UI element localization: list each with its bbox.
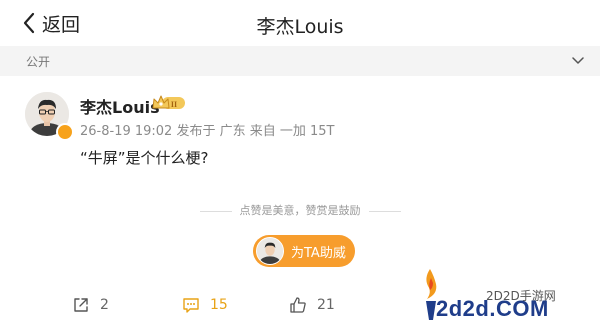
thumbs-up-icon <box>290 297 306 313</box>
post-content: “牛屏”是个什么梗? <box>80 149 209 167</box>
comment-button[interactable]: 15 <box>182 294 228 316</box>
visibility-bar[interactable]: 公开 <box>0 46 600 76</box>
divider <box>199 210 232 212</box>
boost-button[interactable]: 为TA助威 <box>253 235 355 267</box>
post-author[interactable]: 李杰Louis <box>80 94 160 118</box>
page-title: 李杰Louis <box>256 16 344 38</box>
watermark-domain: 2d2d.COM <box>436 296 549 321</box>
comment-icon <box>183 298 199 313</box>
reward-note: 点赞是美意，赞赏是鼓励 <box>0 202 600 218</box>
crown-level-icon: II <box>152 95 185 109</box>
avatar[interactable] <box>25 92 74 141</box>
like-count: 21 <box>317 297 335 313</box>
reward-note-text: 点赞是美意，赞赏是鼓励 <box>239 204 361 217</box>
repost-button[interactable]: 2 <box>72 294 109 316</box>
chevron-down-icon[interactable] <box>572 56 584 66</box>
top-nav-bar: 返回 李杰Louis <box>0 0 600 46</box>
post-meta: 26-8-19 19:02 发布于 广东 来自 一加 15T <box>80 124 335 139</box>
divider <box>368 210 401 212</box>
level-badge-text: II <box>171 100 177 109</box>
boost-avatar <box>256 237 284 265</box>
boost-label: 为TA助威 <box>291 245 346 261</box>
repost-count: 2 <box>100 297 109 313</box>
visibility-label: 公开 <box>26 55 51 69</box>
comment-count: 15 <box>210 297 228 313</box>
verified-badge-icon <box>56 123 74 141</box>
share-icon <box>74 298 88 312</box>
like-button[interactable]: 21 <box>289 294 335 316</box>
